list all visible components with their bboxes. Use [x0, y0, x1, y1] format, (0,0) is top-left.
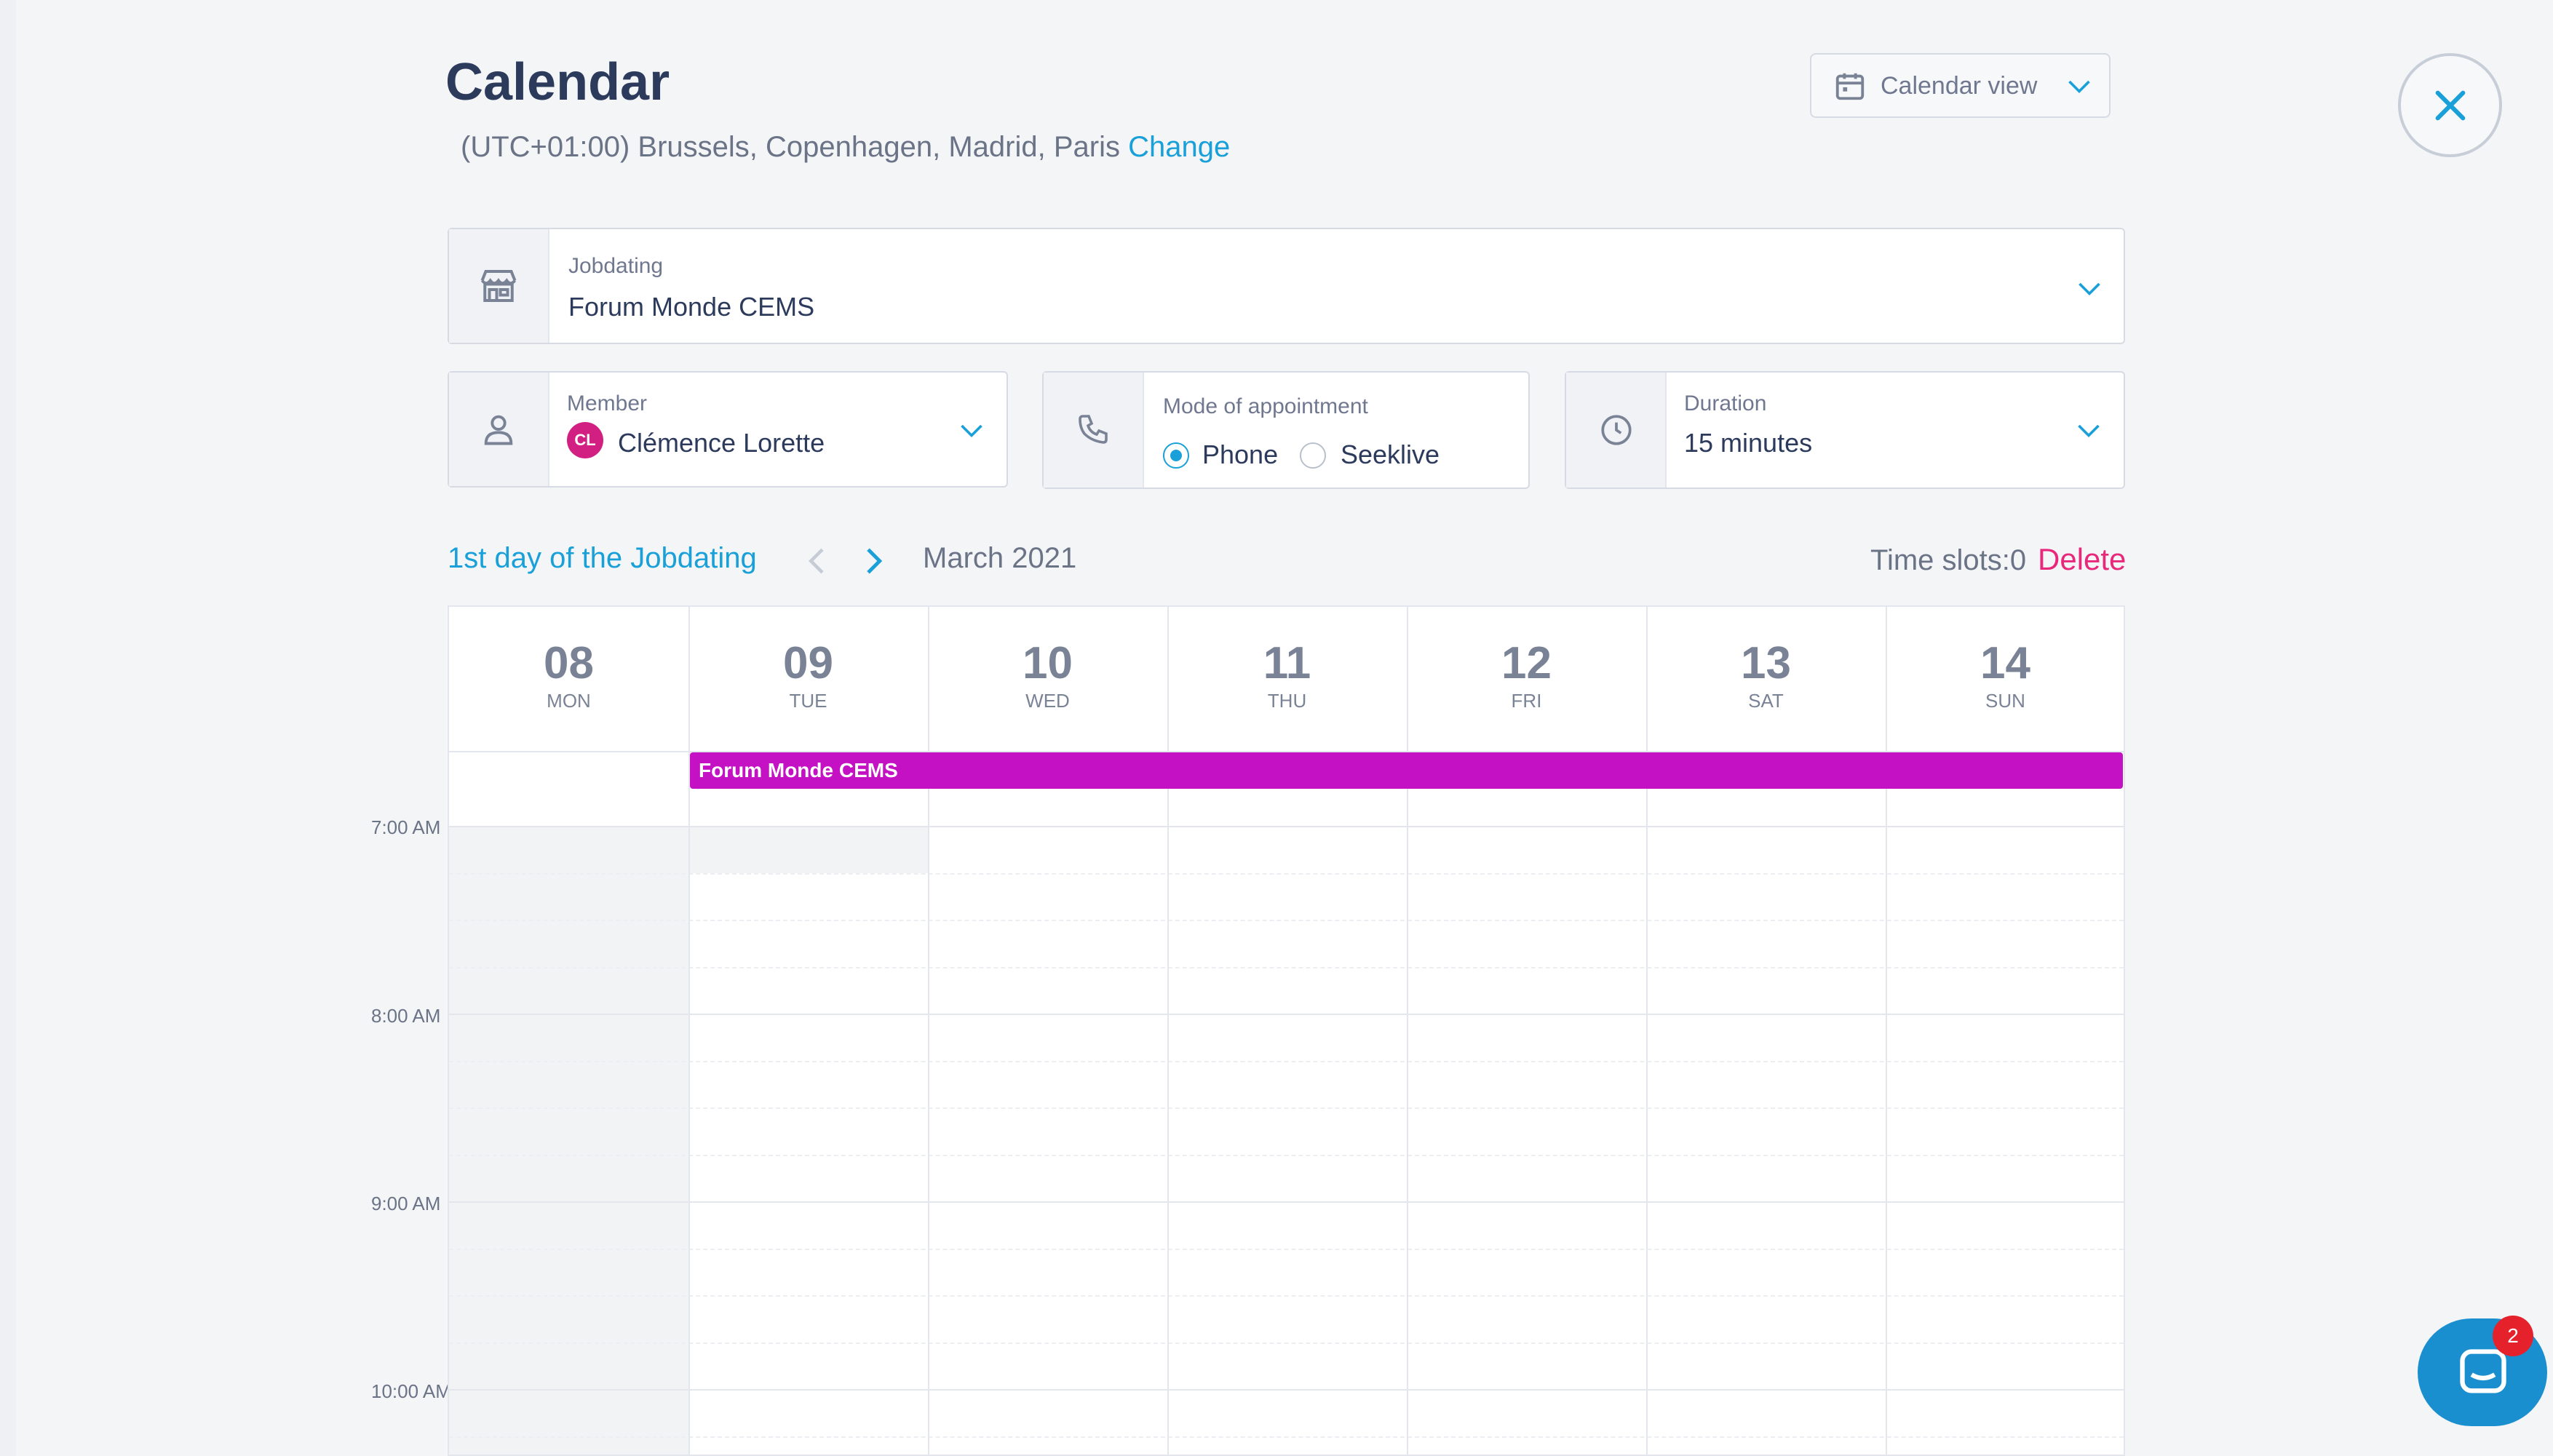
page-title: Calendar: [445, 53, 670, 111]
chevron-down-icon: [958, 419, 985, 445]
current-month: March 2021: [923, 542, 1077, 574]
close-icon: [2431, 87, 2469, 128]
grid-line: [449, 1155, 2124, 1156]
first-day-link[interactable]: 1st day of the Jobdating: [448, 542, 757, 575]
day-number: 11: [1263, 638, 1311, 688]
grid-line: [449, 826, 2124, 827]
chevron-right-icon[interactable]: [860, 546, 886, 580]
grid-line: [449, 1107, 2124, 1109]
day-number: 09: [783, 638, 833, 688]
day-name: SUN: [1985, 690, 2025, 712]
day-header-wed[interactable]: 10 WED: [928, 607, 1167, 752]
chevron-down-icon: [2076, 277, 2103, 303]
chevron-down-icon: [2076, 419, 2102, 445]
member-select[interactable]: Member CL Clémence Lorette: [448, 371, 1008, 488]
time-label: 8:00 AM: [371, 1005, 441, 1027]
grid-line: [449, 873, 2124, 875]
time-label: 7:00 AM: [371, 816, 441, 838]
grid-line: [449, 1249, 2124, 1250]
day-name: MON: [547, 690, 591, 712]
duration-select[interactable]: Duration 15 minutes: [1565, 371, 2125, 489]
grid-line: [449, 1014, 2124, 1015]
chevron-down-icon: [2066, 75, 2092, 100]
grid-line: [449, 1061, 2124, 1062]
duration-value: 15 minutes: [1684, 428, 1813, 458]
grid-line: [449, 1436, 2124, 1438]
close-button[interactable]: [2398, 53, 2502, 157]
jobdating-value: Forum Monde CEMS: [568, 292, 815, 322]
day-header-mon[interactable]: 08 MON: [449, 607, 688, 752]
day-number: 12: [1501, 638, 1552, 688]
time-slots-label: Time slots:: [1870, 544, 2010, 576]
duration-icon-box: [1566, 373, 1667, 488]
day-header-thu[interactable]: 11 THU: [1167, 607, 1407, 752]
seeklive-radio[interactable]: [1300, 442, 1326, 469]
seeklive-option-label[interactable]: Seeklive: [1341, 439, 1440, 470]
jobdating-label: Jobdating: [568, 254, 664, 278]
unavailable-area: [690, 827, 928, 873]
phone-icon: [1076, 412, 1111, 450]
mode-label: Mode of appointment: [1163, 394, 1368, 418]
day-header-sun[interactable]: 14 SUN: [1886, 607, 2124, 752]
appointment-mode-group: Mode of appointment Phone Seeklive: [1042, 371, 1530, 489]
jobdating-event-bar[interactable]: Forum Monde CEMS: [690, 752, 2123, 789]
change-timezone-link[interactable]: Change: [1128, 131, 1230, 163]
time-slots-counter: Time slots:0: [1870, 544, 2026, 577]
grid-line: [449, 1295, 2124, 1297]
day-number: 08: [544, 638, 594, 688]
calendar-view-dropdown[interactable]: Calendar view: [1810, 53, 2111, 118]
day-name: SAT: [1748, 690, 1784, 712]
grid-line: [449, 1342, 2124, 1344]
day-name: TUE: [789, 690, 827, 712]
phone-option-label[interactable]: Phone: [1202, 439, 1278, 470]
day-name: WED: [1025, 690, 1070, 712]
day-name: THU: [1267, 690, 1307, 712]
notification-badge: 2: [2493, 1316, 2533, 1356]
jobdating-select[interactable]: Jobdating Forum Monde CEMS: [448, 228, 2125, 344]
delete-button[interactable]: Delete: [2038, 542, 2126, 577]
grid-line: [449, 1389, 2124, 1391]
grid-line: [449, 1201, 2124, 1203]
timezone-line: (UTC+01:00) Brussels, Copenhagen, Madrid…: [461, 131, 1230, 164]
duration-label: Duration: [1684, 391, 1767, 415]
jobdating-icon-box: [449, 229, 549, 343]
member-label: Member: [567, 391, 648, 415]
store-icon: [477, 264, 520, 311]
avatar: CL: [567, 422, 603, 458]
day-number: 14: [1980, 638, 2030, 688]
week-calendar-grid: 08 MON 09 TUE 10 WED 11 THU 12 FRI 13 SA…: [448, 605, 2125, 1456]
day-number: 13: [1741, 638, 1791, 688]
time-label: 10:00 AM: [371, 1380, 451, 1402]
day-header-sat[interactable]: 13 SAT: [1646, 607, 1886, 752]
day-header-tue[interactable]: 09 TUE: [688, 607, 928, 752]
clock-icon: [1598, 412, 1635, 452]
day-name: FRI: [1511, 690, 1542, 712]
calendar-view-label: Calendar view: [1881, 72, 2038, 100]
chevron-left-icon[interactable]: [804, 546, 830, 580]
time-label: 9:00 AM: [371, 1193, 441, 1214]
phone-radio[interactable]: [1163, 442, 1189, 469]
member-value: Clémence Lorette: [618, 428, 825, 458]
day-header-fri[interactable]: 12 FRI: [1407, 607, 1646, 752]
timezone-text: (UTC+01:00) Brussels, Copenhagen, Madrid…: [461, 131, 1120, 163]
mode-icon-box: [1044, 373, 1144, 488]
grid-line: [449, 967, 2124, 968]
member-icon-box: [449, 373, 549, 486]
time-slots-count: 0: [2009, 544, 2027, 576]
calendar-icon: [1833, 69, 1867, 106]
user-icon: [480, 410, 517, 452]
day-number: 10: [1023, 638, 1073, 688]
grid-line: [449, 920, 2124, 921]
